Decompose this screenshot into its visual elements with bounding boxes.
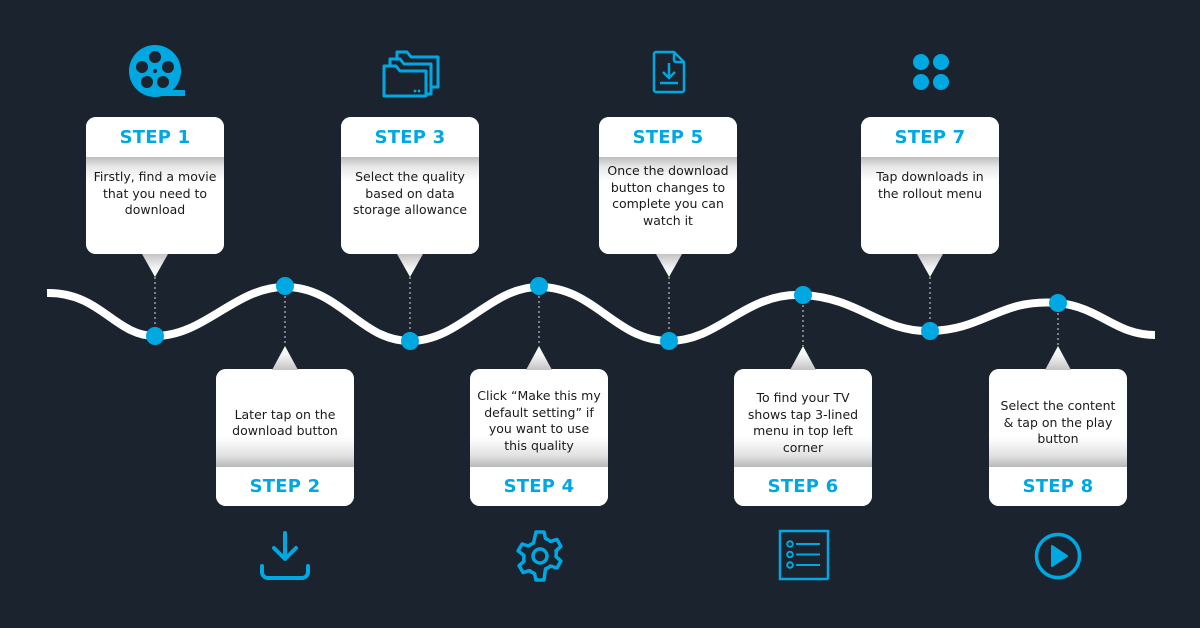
- step-5-pointer: [656, 254, 682, 277]
- step-4-pointer: [526, 346, 552, 370]
- step-8-pointer: [1045, 346, 1071, 370]
- steps-timeline-infographic: STEP 1 Firstly, find a movie that you ne…: [0, 0, 1200, 628]
- step-3-pointer: [397, 254, 423, 277]
- pointer-layer: [142, 254, 1071, 370]
- step-1-pointer: [142, 254, 168, 277]
- step-6-pointer: [790, 346, 816, 370]
- step-7-pointer: [917, 254, 943, 277]
- step-2-pointer: [272, 346, 298, 370]
